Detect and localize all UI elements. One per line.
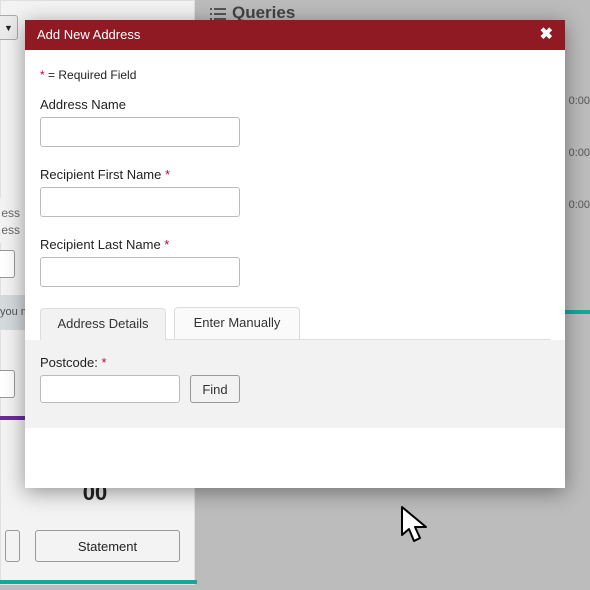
teal-accent-left: [0, 580, 197, 584]
address-tabs: Address Details Enter Manually: [40, 307, 550, 340]
address-name-label: Address Name: [40, 97, 550, 112]
required-note: * = Required Field: [40, 68, 550, 82]
statement-button[interactable]: Statement: [35, 530, 180, 562]
modal-footer-space: [25, 428, 565, 488]
modal-body: * = Required Field Address Name Recipien…: [25, 50, 565, 428]
small-action-button[interactable]: [5, 530, 20, 562]
side-button-2[interactable]: [0, 370, 15, 398]
postcode-label: Postcode: *: [40, 355, 550, 370]
action-button-row: Statement: [0, 530, 190, 562]
address-details-panel: Postcode: * Find: [25, 340, 565, 428]
time-value: 0:00: [565, 199, 590, 211]
modal-header: Add New Address ✖: [25, 20, 565, 50]
first-name-group: Recipient First Name *: [40, 167, 550, 217]
address-name-input[interactable]: [40, 117, 240, 147]
time-value: 0:00: [565, 95, 590, 107]
last-name-input[interactable]: [40, 257, 240, 287]
first-name-label: Recipient First Name *: [40, 167, 550, 182]
add-address-modal: Add New Address ✖ * = Required Field Add…: [25, 20, 565, 488]
time-column: 0:00 0:00 0:00: [565, 95, 590, 295]
side-button-1[interactable]: [0, 250, 15, 278]
purple-accent: [0, 416, 27, 420]
first-name-input[interactable]: [40, 187, 240, 217]
close-icon[interactable]: ✖: [540, 20, 553, 50]
postcode-input[interactable]: [40, 375, 180, 403]
side-label-2: ess: [0, 218, 20, 243]
teal-accent-right: [565, 310, 590, 314]
tab-address-details[interactable]: Address Details: [40, 308, 166, 340]
last-name-group: Recipient Last Name *: [40, 237, 550, 287]
address-name-group: Address Name: [40, 97, 550, 147]
find-button[interactable]: Find: [190, 375, 240, 403]
modal-title: Add New Address: [37, 20, 140, 50]
list-icon: [210, 7, 226, 21]
tab-enter-manually[interactable]: Enter Manually: [174, 307, 300, 339]
dropdown-button[interactable]: ▼: [0, 15, 18, 40]
last-name-label: Recipient Last Name *: [40, 237, 550, 252]
time-value: 0:00: [565, 147, 590, 159]
